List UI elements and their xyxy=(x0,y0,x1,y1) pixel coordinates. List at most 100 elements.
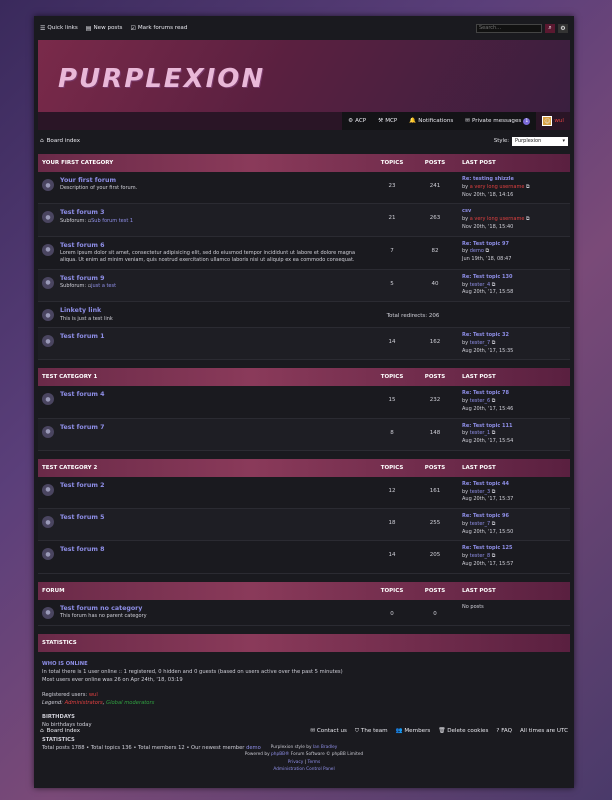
last-post-author-link[interactable]: a very long username xyxy=(470,184,525,190)
category-title[interactable]: YOUR FIRST CATEGORY xyxy=(42,160,370,166)
forum-description: Description of your first forum. xyxy=(60,185,138,192)
last-post-date: Jun 19th, '18, 08:47 xyxy=(462,256,512,262)
forum-row: ● Test forum 9 Subforum: ▫just a test 5 40… xyxy=(38,269,570,303)
forum-title-link[interactable]: Test forum 6 xyxy=(60,241,370,250)
category-header: TEST CATEGORY 1 TOPICS POSTS LAST POST xyxy=(38,368,570,387)
gears-icon: ⚙ xyxy=(348,118,354,124)
forum-title-link[interactable]: Test forum no category xyxy=(60,604,370,613)
last-post-title-link[interactable]: Re: testing shizzle xyxy=(462,176,566,184)
forum-row: ● Test forum 2 12 161 Re: Test topic 44 b… xyxy=(38,476,570,510)
view-latest-post-icon[interactable]: ⧉ xyxy=(492,340,496,346)
last-post-author-link[interactable]: tester_8 xyxy=(470,553,490,559)
delete-cookies-link[interactable]: 🗑 Delete cookies xyxy=(438,728,488,735)
mcp-link[interactable]: ⚒ MCP xyxy=(372,112,404,130)
posts-count: 40 xyxy=(431,280,439,287)
view-latest-post-icon[interactable]: ⧉ xyxy=(492,430,496,436)
team-link[interactable]: ⛉ The team xyxy=(355,728,388,735)
mark-forums-read-link[interactable]: ☑ Mark forums read xyxy=(130,25,187,32)
topics-count: 14 xyxy=(388,552,396,559)
advanced-search-button[interactable]: ⚙ xyxy=(558,23,568,33)
contact-us-link[interactable]: ✉ Contact us xyxy=(310,728,346,735)
forum-title-link[interactable]: Test forum 2 xyxy=(60,481,370,490)
posts-count: 232 xyxy=(429,397,441,404)
topics-column-header: TOPICS xyxy=(380,160,404,166)
forum-title-link[interactable]: Test forum 9 xyxy=(60,274,370,283)
last-post-author-link[interactable]: tester_7 xyxy=(470,521,490,527)
legend-mods-link[interactable]: Global moderators xyxy=(106,700,154,706)
forum-title-link[interactable]: Test forum 8 xyxy=(60,545,370,554)
members-link[interactable]: 👥 Members xyxy=(396,728,431,735)
search-button[interactable]: ⌕ xyxy=(545,23,555,33)
view-latest-post-icon[interactable]: ⧉ xyxy=(492,398,496,404)
last-post-author-link[interactable]: tester_3 xyxy=(470,489,490,495)
last-post-author-link[interactable]: a very long username xyxy=(470,216,525,222)
last-post-date: Nov 20th, '18, 14:16 xyxy=(462,191,514,198)
last-post-author-link[interactable]: demo xyxy=(470,248,484,254)
category-title[interactable]: TEST CATEGORY 2 xyxy=(42,465,370,471)
privacy-link[interactable]: Privacy xyxy=(288,760,304,765)
terms-link[interactable]: Terms xyxy=(308,760,321,765)
forum-row: ● Test forum 7 8 148 Re: Test topic 111 b… xyxy=(38,418,570,451)
forum-title-link[interactable]: Test forum 4 xyxy=(60,390,370,399)
style-author-link[interactable]: Ian Bradley xyxy=(313,745,337,750)
last-post-title-link[interactable]: Re: Test topic 111 xyxy=(462,423,566,431)
view-latest-post-icon[interactable]: ⧉ xyxy=(526,184,530,190)
forum-title-link[interactable]: Your first forum xyxy=(60,176,370,185)
last-post-title-link[interactable]: csv xyxy=(462,208,566,216)
last-post-title-link[interactable]: Re: Test topic 32 xyxy=(462,332,566,340)
faq-link[interactable]: ? FAQ xyxy=(496,728,512,735)
footer-navbar: ⌂ Board index ✉ Contact us ⛉ The team 👥 … xyxy=(34,722,574,740)
forum-title-link[interactable]: Linkety link xyxy=(60,306,370,315)
last-post-author-link[interactable]: tester_6 xyxy=(470,398,490,404)
forum-row: ● Test forum no category This forum has n… xyxy=(38,599,570,626)
last-post-title-link[interactable]: Re: Test topic 130 xyxy=(462,274,566,282)
who-online-heading[interactable]: WHO IS ONLINE xyxy=(42,660,566,668)
forum-title-link[interactable]: Test forum 3 xyxy=(60,208,370,217)
category-block: YOUR FIRST CATEGORY TOPICS POSTS LAST PO… xyxy=(38,154,570,361)
last-post-author-link[interactable]: tester_4 xyxy=(470,282,490,288)
new-posts-link[interactable]: ▤ New posts xyxy=(86,25,123,32)
private-messages-link[interactable]: ✉ Private messages 1 xyxy=(459,112,537,130)
view-latest-post-icon[interactable]: ⧉ xyxy=(492,521,496,527)
last-post-title-link[interactable]: Re: Test topic 78 xyxy=(462,390,566,398)
posts-column-header: POSTS xyxy=(424,587,446,594)
notifications-link[interactable]: 🔔 Notifications xyxy=(403,112,460,130)
user-profile-menu[interactable]: ☺ wul xyxy=(536,112,570,130)
acp-link[interactable]: ⚙ ACP xyxy=(342,112,373,130)
view-latest-post-icon[interactable]: ⧉ xyxy=(486,248,490,254)
subforum-link[interactable]: just a test xyxy=(91,283,116,289)
view-latest-post-icon[interactable]: ⧉ xyxy=(492,282,496,288)
last-post-author-link[interactable]: tester_1 xyxy=(470,430,490,436)
last-post-date: Aug 20th, '17, 15:35 xyxy=(462,347,514,354)
last-post-title-link[interactable]: Re: Test topic 44 xyxy=(462,481,566,489)
category-block: TEST CATEGORY 1 TOPICS POSTS LAST POST ●… xyxy=(38,368,570,451)
quick-links-menu[interactable]: ☰ Quick links xyxy=(40,25,78,32)
footer-board-index-link[interactable]: Board index xyxy=(47,728,81,734)
online-user-link[interactable]: wul xyxy=(89,692,98,698)
forum-description: This is just a test link xyxy=(60,315,113,322)
acp-footer-link[interactable]: Administration Control Panel xyxy=(34,766,574,773)
forum-title-link[interactable]: Test forum 5 xyxy=(60,513,370,522)
category-title[interactable]: TEST CATEGORY 1 xyxy=(42,374,370,380)
search-input[interactable] xyxy=(476,23,542,33)
home-icon: ⌂ xyxy=(40,728,44,734)
legend-admins-link[interactable]: Administrators xyxy=(65,700,103,706)
style-select[interactable]: Purplexion ▾ xyxy=(512,136,568,146)
view-latest-post-icon[interactable]: ⧉ xyxy=(492,489,496,495)
last-post-info: Re: Test topic 78 by tester_6 ⧉ Aug 20th… xyxy=(456,390,566,413)
subforum-link[interactable]: Sub forum test 1 xyxy=(91,218,133,224)
gear-icon: ⚙ xyxy=(560,24,566,32)
last-post-author-link[interactable]: tester_7 xyxy=(470,340,490,346)
posts-count: 162 xyxy=(429,339,441,346)
forum-title-link[interactable]: Test forum 1 xyxy=(60,332,370,341)
category-title[interactable]: FORUM xyxy=(42,588,370,594)
last-post-title-link[interactable]: Re: Test topic 97 xyxy=(462,241,566,249)
view-latest-post-icon[interactable]: ⧉ xyxy=(492,553,496,559)
board-index-link[interactable]: Board index xyxy=(47,138,81,144)
last-post-title-link[interactable]: Re: Test topic 125 xyxy=(462,545,566,553)
phpbb-link[interactable]: phpBB® xyxy=(271,752,289,757)
view-latest-post-icon[interactable]: ⧉ xyxy=(526,216,530,222)
site-logo[interactable]: PURPLEXION xyxy=(58,64,265,94)
last-post-title-link[interactable]: Re: Test topic 96 xyxy=(462,513,566,521)
forum-title-link[interactable]: Test forum 7 xyxy=(60,423,370,432)
